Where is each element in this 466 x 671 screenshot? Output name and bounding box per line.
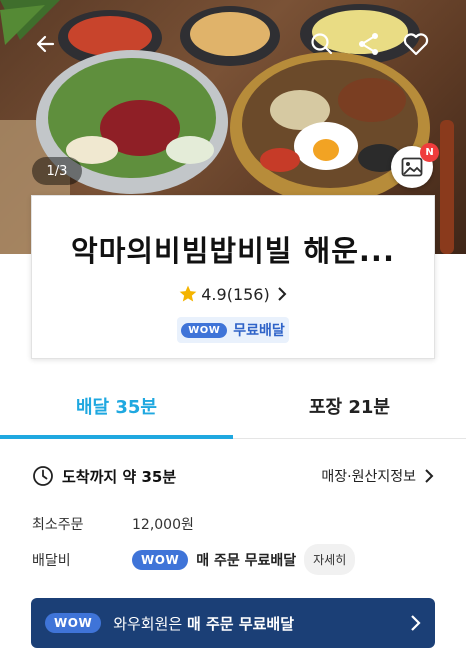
clock-icon [33, 466, 53, 486]
wow-badge: WOW [45, 613, 102, 633]
wow-badge: WOW [181, 322, 228, 338]
order-type-tabs: 배달 35분 포장 21분 [0, 373, 466, 439]
free-delivery-label: 무료배달 [233, 323, 285, 339]
rating-value: 4.9 [201, 284, 227, 304]
search-icon [311, 33, 333, 55]
store-name: 악마의비빔밥비빌 해운... [71, 234, 395, 268]
arrival-time-row: 도착까지 약 35분 매장·원산지정보 [32, 462, 434, 490]
delivery-fee-label: 배달비 [32, 552, 71, 569]
back-button[interactable] [28, 26, 64, 62]
delivery-fee-detail-button[interactable]: 자세히 [304, 544, 356, 575]
chevron-right-icon [278, 287, 287, 301]
origin-link-label: 매장·원산지정보 [321, 469, 416, 485]
wow-membership-banner[interactable]: WOW 와우회원은 매 주문 무료배달 [31, 598, 435, 648]
min-order-value: 12,000원 [132, 517, 194, 533]
new-badge: N [420, 143, 439, 162]
min-order-label: 최소주문 [32, 517, 84, 533]
share-icon [359, 33, 378, 55]
back-arrow-icon [36, 35, 55, 53]
min-order-row: 최소주문 12,000원 [32, 514, 194, 534]
banner-text-bold: 매 주문 무료배달 [186, 614, 295, 633]
heart-icon [403, 33, 429, 56]
delivery-fee-row: 배달비 WOW 매 주문 무료배달 자세히 [32, 544, 356, 575]
gallery-icon [401, 157, 423, 177]
tab-pickup[interactable]: 포장 21분 [233, 373, 466, 438]
banner-text-prefix: 와우회원은 [113, 614, 187, 633]
store-origin-info-link[interactable]: 매장·원산지정보 [321, 466, 434, 486]
tab-delivery[interactable]: 배달 35분 [0, 373, 233, 439]
share-button[interactable] [351, 26, 387, 62]
wow-badge: WOW [132, 549, 189, 570]
review-count: (156) [226, 284, 270, 304]
star-icon [179, 285, 197, 302]
banner-text: 와우회원은 매 주문 무료배달 [113, 613, 294, 634]
wow-free-delivery-chip: WOW 무료배달 [177, 317, 289, 343]
search-button[interactable] [304, 26, 340, 62]
chevron-right-icon [425, 469, 434, 483]
store-info-card: 악마의비빔밥비빌 해운... 4.9 (156) WOW 무료배달 [31, 195, 435, 359]
chevron-right-icon [411, 615, 421, 631]
favorite-button[interactable] [398, 26, 434, 62]
rating-link[interactable]: 4.9 (156) [32, 284, 434, 304]
arrival-time: 도착까지 약 35분 [62, 467, 177, 486]
photo-page-indicator: 1/3 [32, 157, 82, 185]
delivery-fee-value: 매 주문 무료배달 [196, 552, 297, 569]
